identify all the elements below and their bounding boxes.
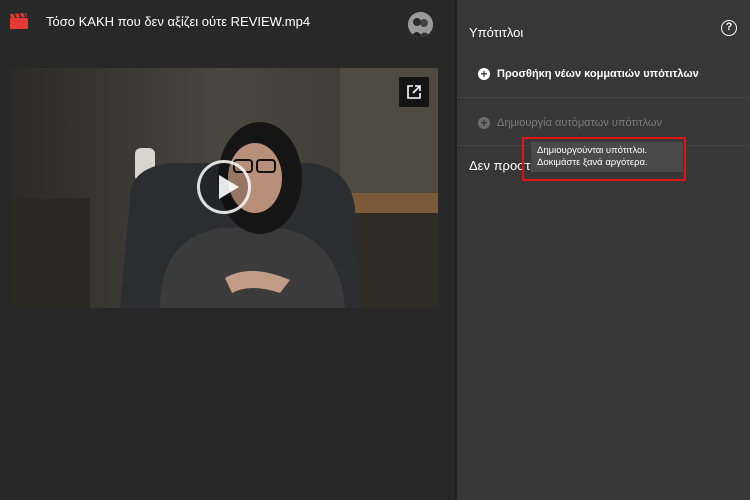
tooltip: Δημιουργούνται υπότιτλοι. Δοκιμάστε ξανά… xyxy=(531,142,683,172)
add-subtitle-tracks-button[interactable]: + Προσθήκη νέων κομματιών υπότιτλων xyxy=(457,60,750,87)
open-in-new-icon[interactable] xyxy=(399,77,429,107)
divider xyxy=(457,97,750,98)
clapperboard-icon xyxy=(10,13,28,29)
create-auto-subtitles-button: + Δημιουργία αυτόματων υπότιτλων xyxy=(457,109,750,136)
avatar-image xyxy=(408,12,433,37)
help-icon[interactable]: ? xyxy=(721,20,737,36)
avatar[interactable] xyxy=(408,12,433,37)
tooltip-line-1: Δημιουργούνται υπότιτλοι. xyxy=(537,145,648,156)
subtitles-status-text: Δεν προστέ xyxy=(469,158,537,173)
add-subtitle-tracks-label: Προσθήκη νέων κομματιών υπότιτλων xyxy=(497,67,699,80)
video-title: Τόσο ΚΑΚΗ που δεν αξίζει ούτε REVIEW.mp4 xyxy=(46,14,311,29)
subtitles-panel-title: Υπότιτλοι xyxy=(469,25,524,40)
play-button[interactable] xyxy=(197,160,251,214)
add-circle-icon: + xyxy=(478,67,490,80)
add-circle-disabled-icon: + xyxy=(478,116,490,129)
tooltip-line-2: Δοκιμάστε ξανά αργότερα. xyxy=(537,157,648,168)
create-auto-subtitles-label: Δημιουργία αυτόματων υπότιτλων xyxy=(497,116,662,129)
play-icon xyxy=(219,175,239,199)
